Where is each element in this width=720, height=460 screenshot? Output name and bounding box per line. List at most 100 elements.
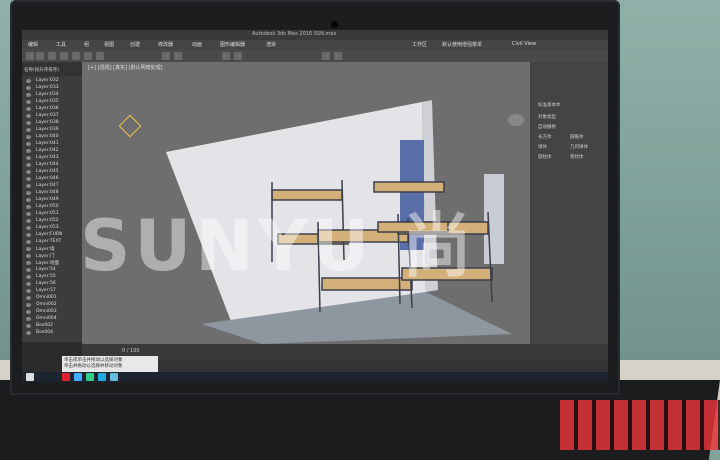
layer-item[interactable]: Layer:038 (36, 120, 59, 125)
layer-visibility-icon[interactable] (26, 317, 31, 321)
layer-visibility-icon[interactable] (26, 275, 31, 279)
layer-visibility-icon[interactable] (26, 198, 31, 202)
select-icon[interactable] (60, 52, 68, 60)
layer-item[interactable]: Box004 (36, 330, 53, 335)
cmd-item[interactable]: 标准基本体 (538, 102, 561, 108)
redo-icon[interactable] (36, 52, 44, 60)
layer-visibility-icon[interactable] (26, 86, 31, 90)
layer-item[interactable]: Layer:052 (36, 218, 59, 223)
render-icon[interactable] (334, 52, 342, 60)
layer-visibility-icon[interactable] (26, 107, 31, 111)
layer-item[interactable]: Omni001 (36, 295, 57, 300)
viewcube-icon[interactable] (508, 114, 524, 126)
layer-item[interactable]: Layer:048 (36, 190, 59, 195)
menu-item[interactable]: 组 (84, 41, 89, 48)
workspace-tab[interactable]: 默认使用增强菜单 (442, 41, 482, 48)
move-icon[interactable] (72, 52, 80, 60)
layer-item[interactable]: Layer:57 (36, 288, 56, 293)
layer-visibility-icon[interactable] (26, 121, 31, 125)
layer-visibility-icon[interactable] (26, 149, 31, 153)
workspace-tab[interactable]: Civil View (512, 41, 536, 47)
layer-visibility-icon[interactable] (26, 177, 31, 181)
layer-item[interactable]: Layer:56 (36, 281, 56, 286)
layer-visibility-icon[interactable] (26, 331, 31, 335)
layer-visibility-icon[interactable] (26, 240, 31, 244)
snap-icon[interactable] (162, 52, 170, 60)
layer-item[interactable]: Omni002 (36, 302, 57, 307)
rotate-icon[interactable] (84, 52, 92, 60)
layer-item[interactable]: Layer:032 (36, 78, 59, 83)
layer-visibility-icon[interactable] (26, 289, 31, 293)
layer-item[interactable]: Layer:FURN (36, 232, 62, 237)
layer-item[interactable]: Layer:034 (36, 92, 59, 97)
mirror-icon[interactable] (222, 52, 230, 60)
layer-item[interactable]: Layer:049 (36, 197, 59, 202)
layer-item[interactable]: Layer:54 (36, 267, 56, 272)
layer-visibility-icon[interactable] (26, 226, 31, 230)
browser-icon[interactable] (110, 373, 118, 381)
layer-visibility-icon[interactable] (26, 191, 31, 195)
undo-icon[interactable] (26, 52, 34, 60)
layer-item[interactable]: Box002 (36, 323, 53, 328)
layer-item[interactable]: Omni003 (36, 309, 57, 314)
layer-item[interactable]: Layer:050 (36, 204, 59, 209)
layer-visibility-icon[interactable] (26, 261, 31, 265)
angle-snap-icon[interactable] (174, 52, 182, 60)
render-setup-icon[interactable] (322, 52, 330, 60)
layer-visibility-icon[interactable] (26, 163, 31, 167)
layer-item[interactable]: Layer:042 (36, 148, 59, 153)
layer-item[interactable]: Layer:地面 (36, 260, 59, 266)
layer-item[interactable]: Layer:55 (36, 274, 56, 279)
layer-visibility-icon[interactable] (26, 128, 31, 132)
layer-item[interactable]: Omni004 (36, 316, 57, 321)
layer-visibility-icon[interactable] (26, 170, 31, 174)
align-icon[interactable] (234, 52, 242, 60)
layer-visibility-icon[interactable] (26, 282, 31, 286)
layer-visibility-icon[interactable] (26, 296, 31, 300)
cmd-item[interactable]: 球体 (538, 144, 547, 150)
autocad-icon[interactable] (62, 373, 70, 381)
layer-item[interactable]: Layer:TEXT (36, 239, 61, 244)
layer-visibility-icon[interactable] (26, 205, 31, 209)
layer-item[interactable]: Layer:045 (36, 169, 59, 174)
layer-item[interactable]: Layer:037 (36, 113, 59, 118)
cmd-item[interactable]: 自动栅格 (538, 124, 556, 130)
cmd-item[interactable]: 圆锥体 (570, 134, 584, 140)
layer-visibility-icon[interactable] (26, 79, 31, 83)
layer-visibility-icon[interactable] (26, 93, 31, 97)
layer-visibility-icon[interactable] (26, 142, 31, 146)
menu-item[interactable]: 渲染 (266, 41, 276, 48)
layer-visibility-icon[interactable] (26, 219, 31, 223)
menu-item[interactable]: 修改器 (158, 41, 173, 48)
wechat-icon[interactable] (86, 373, 94, 381)
layer-item[interactable]: Layer:040 (36, 134, 59, 139)
layer-visibility-icon[interactable] (26, 254, 31, 258)
layer-item[interactable]: Layer:044 (36, 162, 59, 167)
layer-item[interactable]: Layer:046 (36, 176, 59, 181)
menu-item[interactable]: 工具 (56, 41, 66, 48)
layer-visibility-icon[interactable] (26, 310, 31, 314)
layer-item[interactable]: Layer:033 (36, 85, 59, 90)
cmd-item[interactable]: 几何球体 (570, 144, 588, 150)
layer-item[interactable]: Layer:041 (36, 141, 59, 146)
menu-item[interactable]: 编辑 (28, 41, 38, 48)
workspace-tab[interactable]: 工作区 (412, 41, 427, 48)
layer-visibility-icon[interactable] (26, 303, 31, 307)
layer-visibility-icon[interactable] (26, 156, 31, 160)
menu-item[interactable]: 动画 (192, 41, 202, 48)
menu-item[interactable]: 视图 (104, 41, 114, 48)
layer-item[interactable]: Layer:墙 (36, 246, 54, 252)
cmd-item[interactable]: 管状体 (570, 154, 584, 160)
menu-item[interactable]: 创建 (130, 41, 140, 48)
windows-start-icon[interactable] (26, 373, 34, 381)
layer-item[interactable]: Layer:051 (36, 211, 59, 216)
explorer-icon[interactable] (74, 373, 82, 381)
viewport-label[interactable]: [+] [透视] [真实] [默认明暗处理] (88, 64, 163, 71)
scale-icon[interactable] (96, 52, 104, 60)
layer-item[interactable]: Layer:035 (36, 99, 59, 104)
layer-visibility-icon[interactable] (26, 114, 31, 118)
link-icon[interactable] (48, 52, 56, 60)
layer-visibility-icon[interactable] (26, 268, 31, 272)
layer-item[interactable]: Layer:门 (36, 253, 54, 259)
layer-visibility-icon[interactable] (26, 184, 31, 188)
